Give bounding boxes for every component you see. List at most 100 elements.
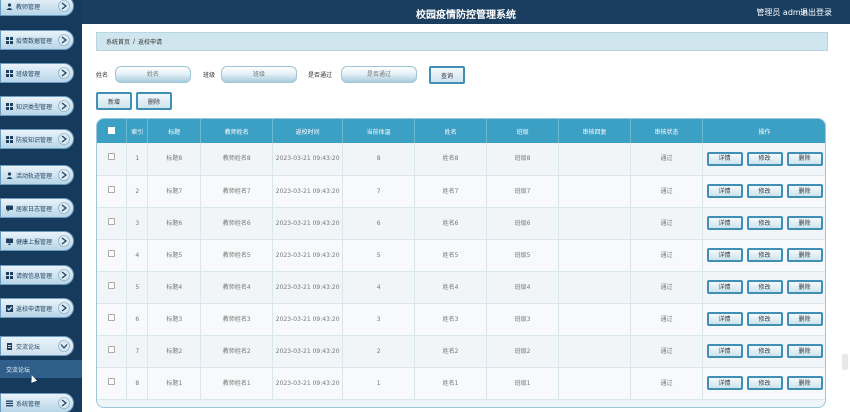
row-checkbox[interactable] — [108, 281, 116, 289]
breadcrumb-home[interactable]: 系统首页 — [106, 37, 130, 46]
sidebar-item[interactable]: 返校申请管理 — [0, 298, 74, 318]
cell-name: 姓名4 — [414, 271, 488, 304]
edit-button[interactable]: 修改 — [746, 280, 783, 294]
row-checkbox[interactable] — [108, 377, 116, 385]
detail-button[interactable]: 详情 — [706, 248, 743, 262]
detail-button[interactable]: 详情 — [706, 312, 743, 326]
sidebar-item[interactable]: 系统管理 — [0, 393, 74, 412]
sidebar-item[interactable]: 请假信息管理 — [0, 265, 74, 285]
table-row: 3 标题6 教师姓名6 2023-03-21 09:43:20 6 姓名6 班级6 通过 详情修… — [97, 207, 825, 240]
edit-button[interactable]: 修改 — [746, 184, 783, 198]
class-label: 班级 — [203, 72, 216, 79]
delete-button[interactable]: 删除 — [786, 248, 823, 262]
row-actions: 详情 修改 删除 — [702, 239, 825, 272]
column-header: 操作 — [702, 119, 825, 143]
breadcrumb-current: 返校申请 — [138, 39, 163, 46]
row-checkbox[interactable] — [108, 313, 116, 321]
grid-icon — [6, 135, 13, 143]
detail-button[interactable]: 详情 — [706, 280, 743, 294]
top-header: 校园疫情防控管理系统 管理员 admin 退出登录 — [82, 0, 850, 24]
cell-reply — [558, 335, 632, 368]
cell-title: 标题5 — [147, 239, 202, 272]
row-checkbox[interactable] — [108, 345, 116, 353]
delete-button[interactable]: 删除 — [786, 151, 823, 166]
sidebar-item-label: 请假信息管理 — [16, 272, 53, 280]
pass-input[interactable] — [341, 66, 417, 83]
chevron-right-icon — [58, 302, 70, 314]
delete-button[interactable]: 删除 — [786, 216, 823, 230]
row-select-cell — [97, 303, 128, 336]
detail-button[interactable]: 详情 — [706, 376, 743, 390]
name-input[interactable] — [115, 66, 191, 83]
edit-button[interactable]: 修改 — [746, 312, 783, 326]
sidebar-item[interactable]: 交流论坛 — [0, 336, 74, 356]
sidebar-item[interactable]: 班级管理 — [0, 63, 74, 83]
class-input[interactable] — [221, 66, 297, 83]
detail-button[interactable]: 详情 — [706, 184, 743, 198]
cell-teacher: 教师姓名2 — [200, 335, 274, 368]
delete-button[interactable]: 删除 — [786, 312, 823, 326]
cell-idx: 6 — [126, 303, 149, 336]
cell-time: 2023-03-21 09:43:20 — [272, 207, 344, 240]
row-select-cell — [97, 207, 128, 240]
edit-button[interactable]: 修改 — [746, 216, 783, 230]
cell-class: 班级1 — [486, 367, 560, 400]
delete-button[interactable]: 删除 — [786, 184, 823, 198]
monitor-icon — [6, 238, 13, 245]
cell-time: 2023-03-21 09:43:20 — [272, 367, 344, 400]
cell-reply — [558, 207, 632, 240]
cell-idx: 2 — [126, 175, 149, 208]
detail-button[interactable]: 详情 — [706, 216, 743, 230]
cell-class: 班级8 — [486, 143, 560, 176]
chevron-right-icon — [58, 133, 70, 145]
breadcrumb: 系统首页 / 返校申请 — [96, 32, 828, 51]
edit-button[interactable]: 修改 — [746, 151, 783, 166]
sidebar-item-label: 教师管理 — [16, 3, 41, 11]
data-table: 索引 标题 教师姓名 返校时间 当前体温 姓名 班级 审核回复 审核状态 操作 1 标题8 教师姓名8… — [97, 119, 825, 400]
add-button[interactable]: 新增 — [96, 92, 132, 110]
edit-button[interactable]: 修改 — [746, 376, 783, 390]
scrollbar[interactable] — [842, 354, 848, 370]
query-button[interactable]: 查询 — [429, 66, 465, 84]
cell-temp: 5 — [342, 239, 416, 272]
sidebar-item[interactable]: 活动轨迹管理 — [0, 165, 74, 185]
sidebar-item[interactable]: 防疫知识管理 — [0, 129, 74, 149]
detail-button[interactable]: 详情 — [706, 344, 743, 358]
table-row: 2 标题7 教师姓名7 2023-03-21 09:43:20 7 姓名7 班级7 通过 详情修… — [97, 175, 825, 208]
cell-status: 通过 — [630, 207, 704, 240]
grid-icon — [6, 36, 13, 44]
column-header: 班级 — [486, 119, 560, 143]
batch-delete-button[interactable]: 删除 — [136, 92, 172, 110]
sidebar-item-label: 居家日志管理 — [16, 205, 53, 213]
sidebar-item[interactable]: 健康上报管理 — [0, 231, 74, 251]
cell-class: 班级6 — [486, 207, 560, 240]
cell-class: 班级7 — [486, 175, 560, 208]
row-checkbox[interactable] — [108, 249, 116, 257]
edit-button[interactable]: 修改 — [746, 248, 783, 262]
sidebar-item[interactable]: 教师管理 — [0, 0, 74, 16]
chevron-right-icon — [58, 235, 70, 247]
row-checkbox[interactable] — [108, 153, 116, 161]
sidebar-item[interactable]: 知识类型管理 — [0, 96, 74, 116]
select-all-checkbox[interactable] — [108, 126, 116, 134]
row-checkbox[interactable] — [108, 185, 116, 193]
row-select-cell — [97, 335, 128, 368]
sidebar-item[interactable]: 居家日志管理 — [0, 198, 74, 218]
column-header: 教师姓名 — [200, 119, 274, 143]
delete-button[interactable]: 删除 — [786, 280, 823, 294]
edit-button[interactable]: 修改 — [746, 344, 783, 358]
cell-title: 标题4 — [147, 271, 202, 304]
cell-class: 班级5 — [486, 239, 560, 272]
cell-status: 通过 — [630, 303, 704, 336]
sidebar: 交流论坛 教师管理疫情数据管理 班级管理知识类型管理 防疫知识管理 活动轨迹管理居家日… — [0, 0, 82, 412]
row-checkbox[interactable] — [108, 217, 116, 225]
detail-button[interactable]: 详情 — [706, 151, 743, 166]
chevron-down-icon — [58, 340, 70, 352]
logout-link[interactable]: 退出登录 — [800, 7, 832, 18]
cell-reply — [558, 143, 632, 176]
delete-button[interactable]: 删除 — [786, 376, 823, 390]
sidebar-item[interactable]: 疫情数据管理 — [0, 30, 74, 50]
cell-teacher: 教师姓名6 — [200, 207, 274, 240]
sidebar-subitem-forum[interactable]: 交流论坛 — [0, 360, 82, 378]
delete-button[interactable]: 删除 — [786, 344, 823, 358]
